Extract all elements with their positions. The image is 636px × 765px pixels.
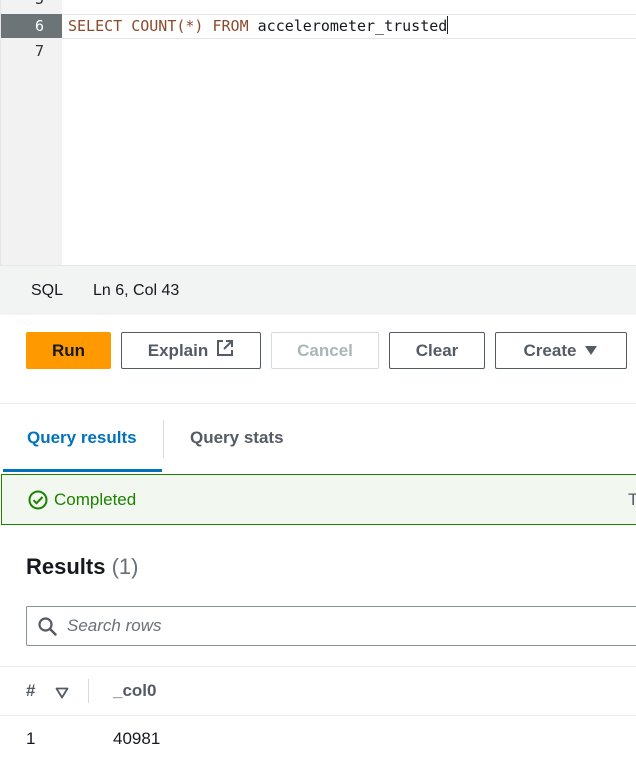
text-caret	[447, 16, 449, 34]
table-row: 1 40981	[0, 715, 636, 765]
run-button[interactable]: Run	[26, 332, 111, 369]
external-link-icon	[216, 339, 234, 362]
search-rows-input[interactable]	[67, 607, 627, 645]
sort-descending-icon[interactable]	[55, 684, 69, 699]
sql-keyword: SELECT	[68, 17, 123, 35]
clear-button[interactable]: Clear	[389, 332, 485, 369]
status-banner: Completed T	[1, 474, 636, 525]
cell-col0: 40981	[113, 729, 161, 748]
status-text: Completed	[54, 490, 137, 509]
language-indicator: SQL	[31, 282, 64, 299]
check-circle-icon	[28, 490, 48, 510]
cancel-button[interactable]: Cancel	[271, 332, 379, 369]
active-tab-indicator	[3, 469, 162, 472]
table-header: # _col0	[0, 666, 636, 716]
results-heading: Results (1)	[26, 554, 139, 579]
column-separator	[88, 679, 89, 703]
line-number: 5	[1, 0, 44, 11]
column-header-col0[interactable]: _col0	[113, 667, 156, 715]
line-number: 7	[34, 42, 44, 60]
sql-editor[interactable]: 5 6 SELECT COUNT(*) FROM accelerometer_t…	[0, 0, 636, 265]
line-number: 6	[34, 17, 44, 35]
code-text: SELECT COUNT(*) FROM accelerometer_trust…	[68, 14, 449, 38]
search-box[interactable]	[26, 606, 636, 646]
sql-function: COUNT(*)	[131, 17, 204, 35]
editor-line-5[interactable]: 5	[1, 0, 636, 11]
column-header-index[interactable]: #	[26, 667, 35, 715]
sql-table-name: accelerometer_trusted	[257, 17, 448, 35]
tab-query-results[interactable]: Query results	[27, 404, 137, 472]
results-count: (1)	[111, 554, 139, 579]
cursor-position: Ln 6, Col 43	[93, 282, 180, 299]
search-icon	[38, 617, 57, 636]
editor-line-6[interactable]: 6 SELECT COUNT(*) FROM accelerometer_tru…	[1, 14, 636, 39]
explain-button[interactable]: Explain	[121, 332, 261, 369]
sql-keyword: FROM	[212, 17, 249, 35]
status-extra-text: T	[628, 490, 636, 509]
caret-down-icon	[584, 341, 598, 361]
create-dropdown-button[interactable]: Create	[495, 332, 627, 369]
editor-line-7[interactable]: 7	[1, 39, 636, 63]
tab-query-stats[interactable]: Query stats	[190, 404, 284, 472]
tab-separator	[163, 420, 164, 458]
editor-status-bar: SQL Ln 6, Col 43	[0, 265, 636, 315]
row-index: 1	[26, 729, 36, 748]
